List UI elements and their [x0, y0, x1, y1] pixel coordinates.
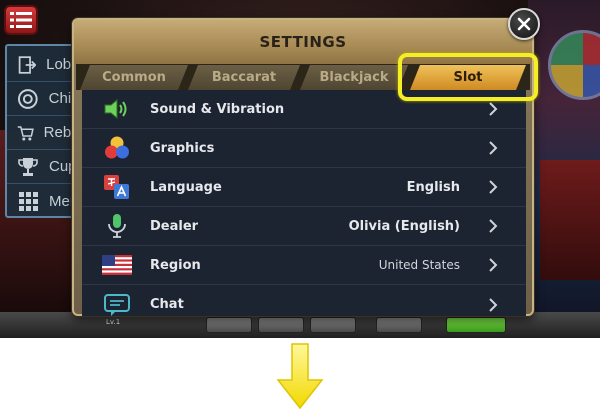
settings-row-chat[interactable]: Chat	[82, 285, 526, 316]
cart-icon	[17, 125, 34, 141]
translate-icon	[102, 173, 132, 201]
settings-row-dealer[interactable]: Dealer Olivia (English)	[82, 207, 526, 246]
list-menu-icon	[10, 12, 32, 28]
chips-icon	[17, 88, 38, 109]
grid-icon	[19, 192, 38, 211]
row-label: Region	[150, 257, 201, 273]
down-arrow-icon	[276, 343, 324, 410]
chevron-right-icon	[486, 177, 500, 197]
tab-label: Blackjack	[319, 70, 389, 85]
menu-button[interactable]	[4, 5, 38, 35]
color-circles-icon	[102, 134, 132, 162]
bottom-button-1[interactable]	[206, 317, 252, 333]
microphone-icon	[102, 212, 132, 240]
chevron-right-icon	[486, 255, 500, 275]
row-value: United States	[378, 258, 460, 272]
row-label: Chat	[150, 297, 184, 312]
game-screen: Lv.1 Lobby Chips Rebuy Cup Menu SETTINGS…	[0, 0, 600, 338]
spin-button[interactable]	[446, 317, 506, 333]
row-value: Olivia (English)	[348, 218, 460, 234]
close-icon	[517, 17, 531, 31]
settings-row-graphics[interactable]: Graphics	[82, 129, 526, 168]
row-label: Sound & Vibration	[150, 101, 285, 117]
background-right-glow	[540, 160, 600, 280]
row-value: English	[406, 179, 460, 195]
dialog-title: SETTINGS	[259, 33, 347, 51]
tab-label: Baccarat	[211, 70, 277, 85]
tab-baccarat[interactable]: Baccarat	[188, 65, 300, 90]
chevron-right-icon	[486, 295, 500, 315]
settings-list: Sound & Vibration Graphics Language Engl…	[82, 90, 526, 316]
trophy-icon	[18, 157, 38, 176]
chevron-right-icon	[486, 99, 500, 119]
level-badge: Lv.1	[106, 318, 121, 326]
close-button[interactable]	[508, 8, 540, 40]
exit-door-icon	[18, 55, 37, 74]
row-label: Graphics	[150, 140, 215, 156]
bottom-button-2[interactable]	[258, 317, 304, 333]
row-label: Dealer	[150, 218, 199, 234]
row-label: Language	[150, 179, 222, 195]
slot-tab-highlight	[398, 53, 538, 101]
chat-bubble-icon	[102, 291, 132, 317]
us-flag-icon	[102, 251, 132, 279]
tab-label: Common	[102, 70, 166, 85]
tab-blackjack[interactable]: Blackjack	[300, 65, 408, 90]
settings-row-region[interactable]: Region United States	[82, 246, 526, 285]
chevron-right-icon	[486, 138, 500, 158]
settings-row-language[interactable]: Language English	[82, 168, 526, 207]
tab-common[interactable]: Common	[80, 65, 188, 90]
bottom-button-3[interactable]	[310, 317, 356, 333]
chevron-right-icon	[486, 216, 500, 236]
speaker-icon	[102, 95, 132, 123]
bottom-button-4[interactable]	[376, 317, 422, 333]
